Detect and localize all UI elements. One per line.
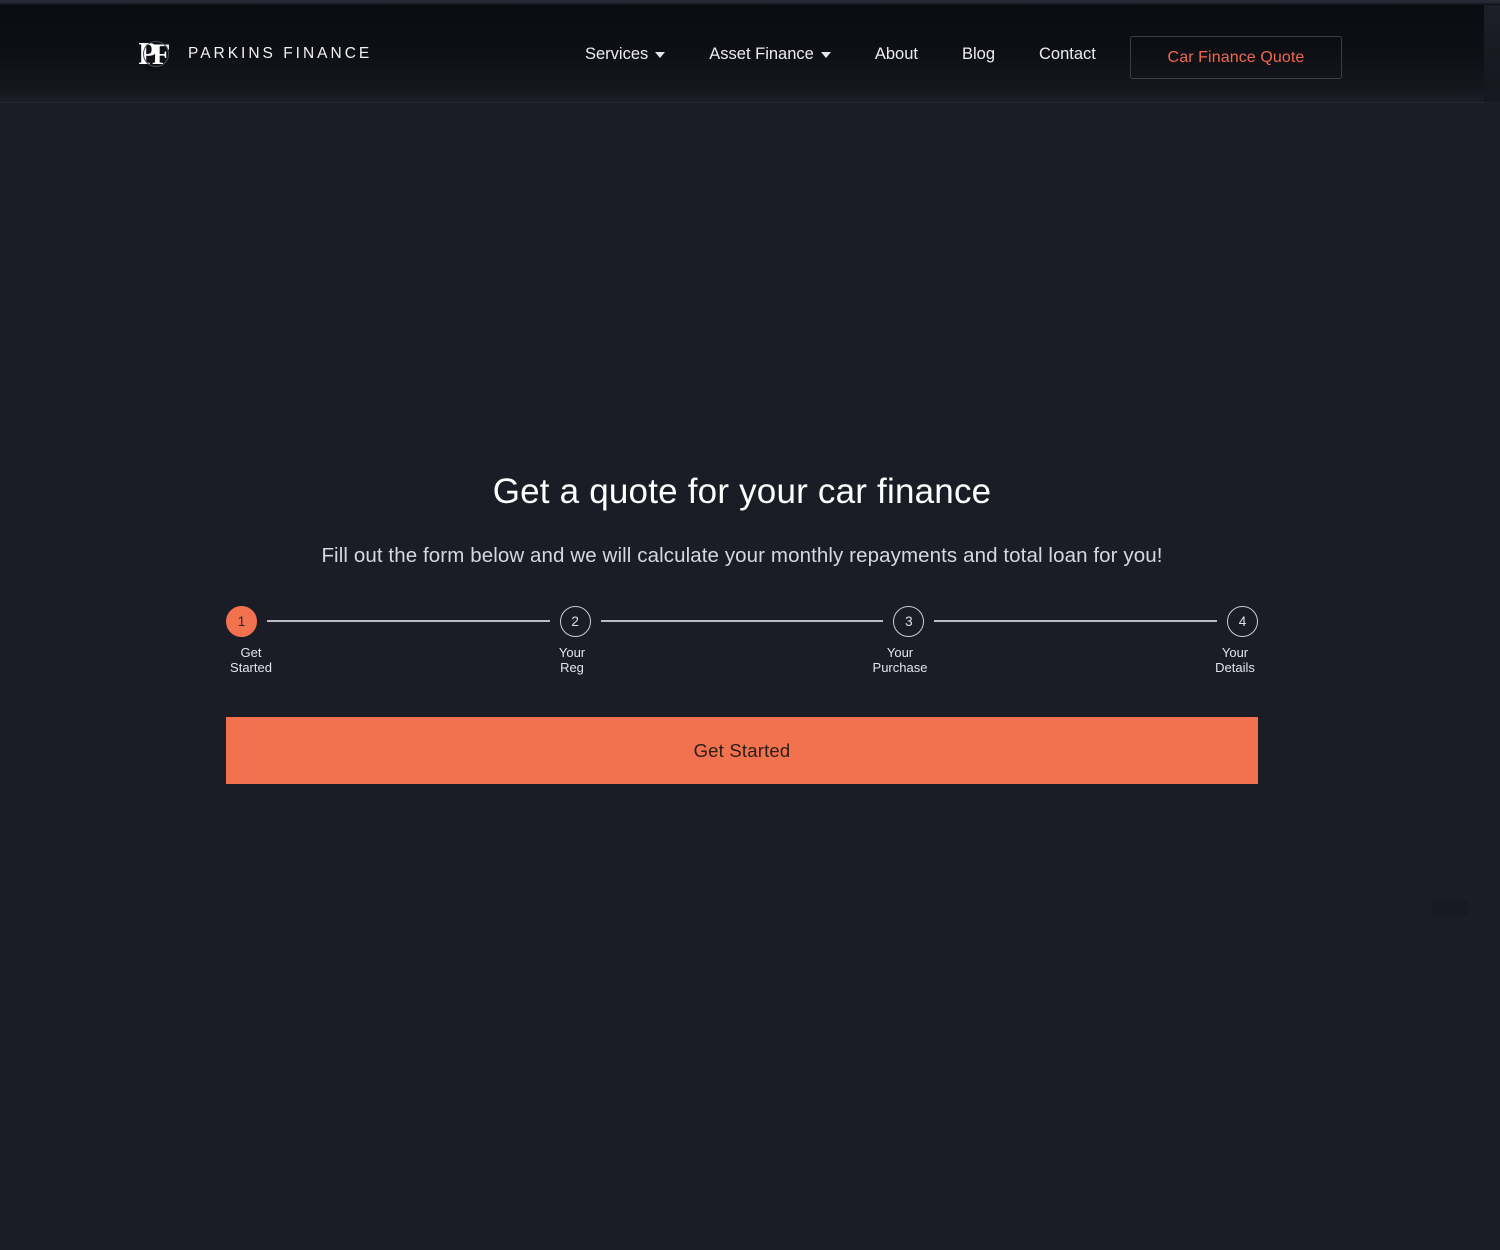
page-subtitle: Fill out the form below and we will calc… — [321, 544, 1163, 567]
step-label-3: Your Purchase — [872, 645, 928, 675]
nav-item-blog[interactable]: Blog — [940, 5, 1017, 103]
step-indicator-3[interactable]: 3 — [893, 605, 925, 637]
nav-item-about[interactable]: About — [853, 5, 940, 103]
primary-navigation: Services Asset Finance About Blog Contac… — [563, 5, 1118, 103]
step-label-1: Get Started — [230, 645, 272, 675]
car-finance-quote-button[interactable]: Car Finance Quote — [1130, 36, 1342, 79]
nav-item-contact[interactable]: Contact — [1017, 5, 1118, 103]
step-indicator-4[interactable]: 4 — [1227, 605, 1259, 637]
nav-label: Asset Finance — [709, 45, 814, 63]
nav-label: Contact — [1039, 45, 1096, 63]
stepper-track: 1 2 3 4 — [226, 602, 1259, 640]
pf-monogram-icon: P F — [139, 36, 173, 72]
step-label-2: Your Reg — [558, 645, 586, 675]
progress-stepper: 1 2 3 4 Get Started Your Reg Your Purcha… — [226, 602, 1259, 682]
nav-label: About — [874, 45, 918, 63]
nav-label: Services — [585, 45, 649, 63]
step-connector-1-2 — [267, 620, 550, 622]
step-label-4: Your Details — [1215, 645, 1255, 675]
chevron-down-icon — [820, 52, 831, 58]
step-connector-2-3 — [600, 620, 884, 622]
hidden-placeholder-block — [1432, 901, 1468, 915]
step-indicator-2[interactable]: 2 — [559, 605, 591, 637]
site-header: P F PARKINS FINANCE Services Asset Finan… — [0, 5, 1500, 108]
logo-wordmark: PARKINS FINANCE — [188, 45, 373, 62]
stepper-labels: Get Started Your Reg Your Purchase Your … — [226, 645, 1258, 682]
step-connector-3-4 — [934, 620, 1218, 622]
chevron-down-icon — [655, 52, 666, 58]
header-inner: P F PARKINS FINANCE Services Asset Finan… — [0, 5, 1500, 108]
main-content: Get a quote for your car finance Fill ou… — [0, 103, 1500, 1250]
nav-item-asset-finance[interactable]: Asset Finance — [687, 5, 853, 103]
page-root: P F PARKINS FINANCE Services Asset Finan… — [0, 0, 1500, 1250]
scrollbar-track[interactable] — [1484, 5, 1500, 108]
page-title: Get a quote for your car finance — [492, 472, 992, 511]
site-logo[interactable]: P F PARKINS FINANCE — [139, 36, 372, 72]
step-indicator-1[interactable]: 1 — [226, 605, 257, 637]
nav-item-services[interactable]: Services — [563, 5, 687, 103]
get-started-button[interactable]: Get Started — [226, 717, 1258, 784]
nav-label: Blog — [961, 45, 995, 63]
